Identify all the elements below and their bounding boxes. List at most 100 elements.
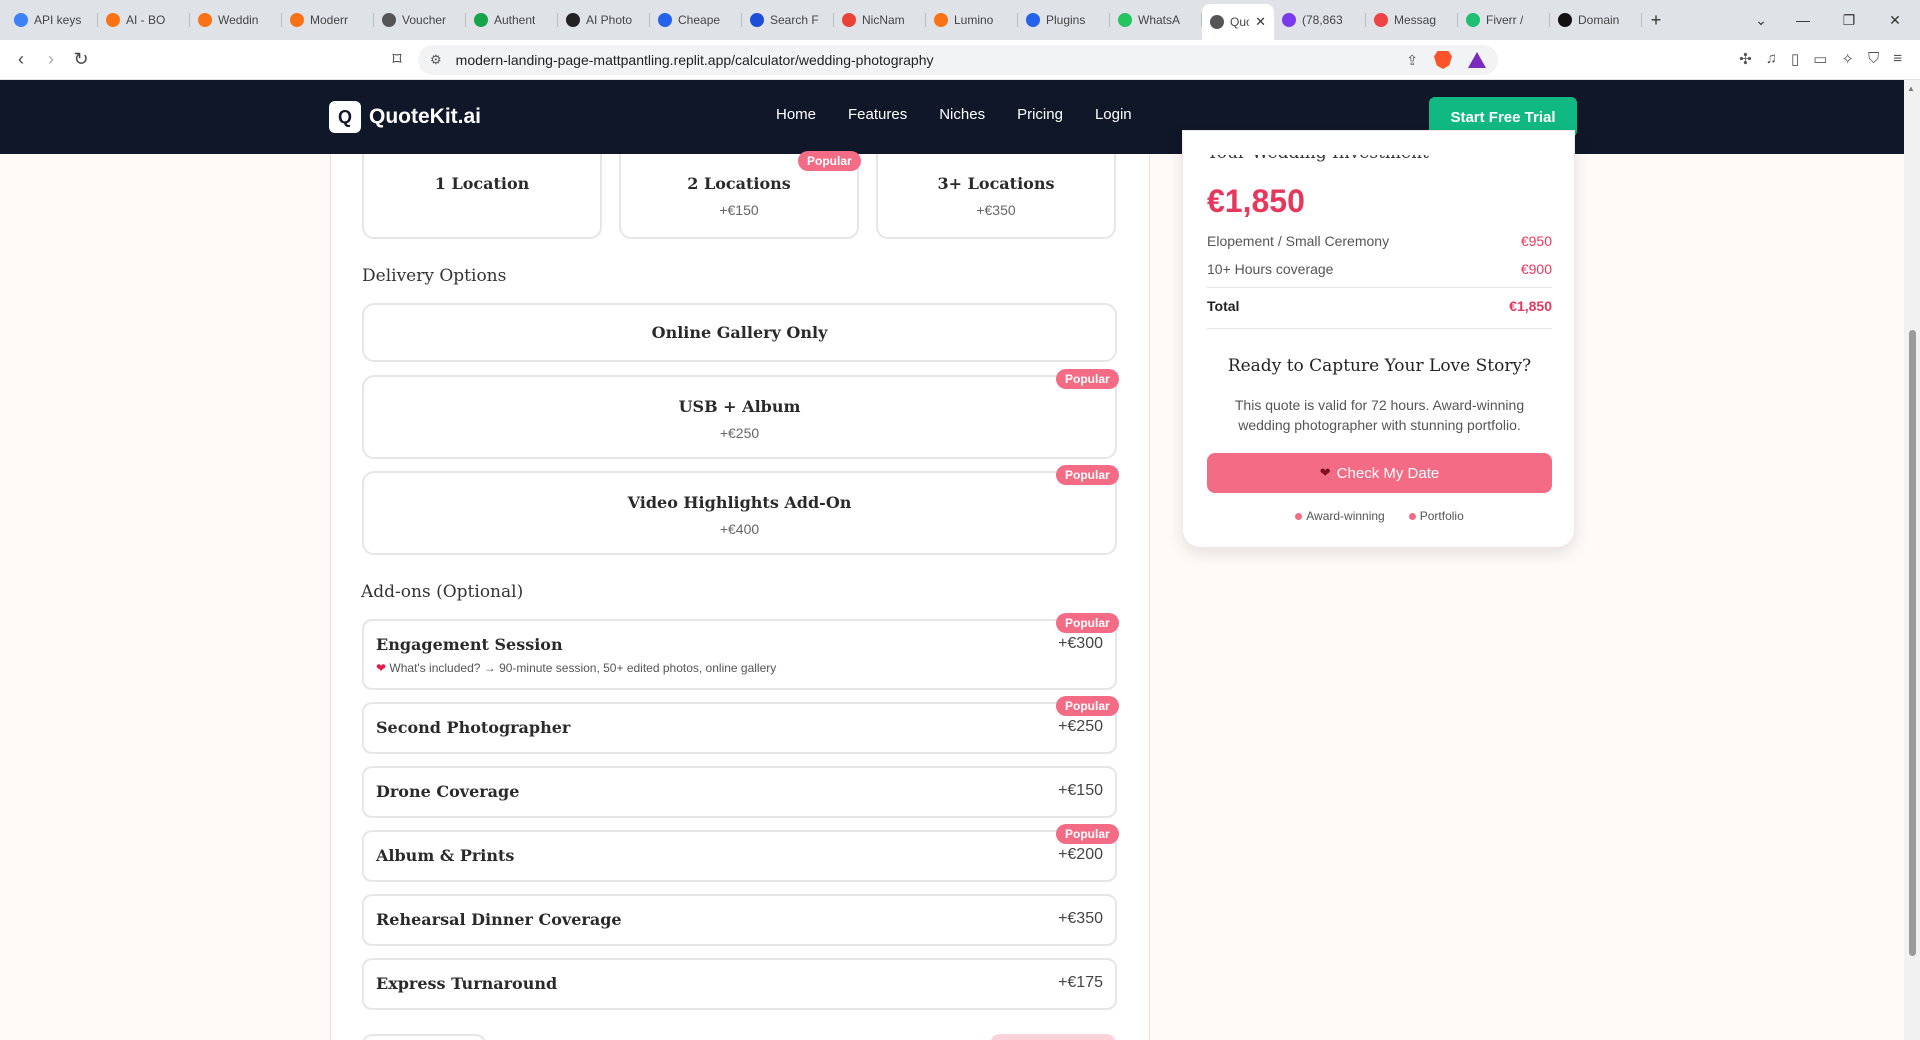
tab-label: API keys <box>34 13 82 27</box>
addon-price: +€350 <box>1058 910 1103 927</box>
tab-favicon-icon <box>658 13 672 27</box>
url-bar[interactable]: ⚙ modern-landing-page-mattpantling.repli… <box>418 45 1498 75</box>
location-option-3[interactable]: 3+ Locations +€350 <box>876 154 1116 239</box>
page-scrollbar[interactable]: ▲ <box>1904 80 1920 1040</box>
close-tab-icon[interactable]: ✕ <box>1255 14 1266 30</box>
nav-pricing[interactable]: Pricing <box>1017 106 1063 123</box>
tab-favicon-icon <box>566 13 580 27</box>
nav-features[interactable]: Features <box>848 106 907 123</box>
tab-favicon-icon <box>1282 13 1296 27</box>
addon-engagement-session[interactable]: Engagement Session +€300 ❤ What's includ… <box>362 619 1117 690</box>
button-label: Check My Date <box>1336 464 1440 482</box>
site-settings-icon[interactable]: ⚙ <box>430 52 442 68</box>
delivery-option-online-gallery[interactable]: Online Gallery Only <box>362 303 1117 362</box>
nav-niches[interactable]: Niches <box>939 106 985 123</box>
browser-tab[interactable]: AI Photo <box>558 4 650 36</box>
scroll-up-icon[interactable]: ▲ <box>1907 84 1915 93</box>
addon-second-photographer[interactable]: Second Photographer +€250 <box>362 702 1117 754</box>
option-price: +€400 <box>719 521 760 537</box>
tab-favicon-icon <box>1026 13 1040 27</box>
browser-tab[interactable]: Lumino <box>926 4 1018 36</box>
tab-favicon-icon <box>1466 13 1480 27</box>
bookmark-icon[interactable]: ⌑ <box>382 49 412 70</box>
browser-tab[interactable]: NicNam <box>834 4 926 36</box>
browser-tab[interactable]: Authent <box>466 4 558 36</box>
media-icon[interactable]: ♫ <box>1766 50 1777 68</box>
close-window-icon[interactable]: ✕ <box>1872 12 1918 29</box>
tab-label: WhatsA <box>1138 13 1181 27</box>
nav-login[interactable]: Login <box>1095 106 1132 123</box>
brave-shields-icon[interactable] <box>1434 51 1452 69</box>
browser-tab[interactable]: WhatsA <box>1110 4 1202 36</box>
popular-badge: Popular <box>1056 824 1119 844</box>
menu-icon[interactable]: ≡ <box>1893 50 1902 68</box>
tab-label: Moderr <box>310 13 349 27</box>
browser-tab[interactable]: Domain <box>1550 4 1642 36</box>
tab-label: Weddin <box>218 13 259 27</box>
logo-mark: Q <box>329 101 361 133</box>
browser-tab[interactable]: AI - BO <box>98 4 190 36</box>
browser-tab[interactable]: Cheape <box>650 4 742 36</box>
leo-ai-icon[interactable]: ✧ <box>1841 50 1854 68</box>
location-option-1[interactable]: 1 Location <box>362 154 602 239</box>
minimize-icon[interactable]: — <box>1780 12 1826 28</box>
browser-tab[interactable]: Search F <box>742 4 834 36</box>
partial-option-right[interactable] <box>990 1034 1116 1040</box>
nav-home[interactable]: Home <box>776 106 816 123</box>
popular-badge: Popular <box>1056 465 1119 485</box>
browser-tab[interactable]: (78,863 <box>1274 4 1366 36</box>
dot-icon <box>1295 513 1303 521</box>
tab-list-icon[interactable]: ⌄ <box>1738 12 1784 29</box>
addon-drone-coverage[interactable]: Drone Coverage +€150 <box>362 766 1117 818</box>
addons-heading: Add-ons (Optional) <box>361 582 524 602</box>
tab-label: Messag <box>1394 13 1437 27</box>
vpn-icon[interactable]: ⛉ <box>1868 50 1879 68</box>
addon-details-text: What's included? → 90-minute session, 50… <box>389 661 777 675</box>
browser-tab[interactable]: Voucher <box>374 4 466 36</box>
popular-badge: Popular <box>1056 369 1119 389</box>
addon-album-prints[interactable]: Album & Prints +€200 <box>362 830 1117 882</box>
tab-favicon-icon <box>1374 13 1388 27</box>
delivery-option-video-highlights[interactable]: Video Highlights Add-On +€400 <box>362 471 1117 555</box>
extensions-icon[interactable]: ✣ <box>1739 50 1752 68</box>
browser-tab[interactable]: Moderr <box>282 4 374 36</box>
active-browser-tab[interactable]: Quo ✕ <box>1202 4 1274 40</box>
addon-express-turnaround[interactable]: Express Turnaround +€175 <box>362 958 1117 1010</box>
addon-rehearsal-dinner[interactable]: Rehearsal Dinner Coverage +€350 <box>362 894 1117 946</box>
url-text[interactable]: modern-landing-page-mattpantling.replit.… <box>456 52 934 68</box>
line-value: €950 <box>1520 233 1552 249</box>
line-label: Elopement / Small Ceremony <box>1207 233 1390 249</box>
addon-name: Drone Coverage <box>376 782 520 801</box>
extensions-row: ✣ ♫ ▯ ▭ ✧ ⛉ ≡ <box>1739 50 1902 68</box>
heart-icon: ❤ <box>376 661 387 675</box>
addon-details: ❤ What's included? → 90-minute session, … <box>376 661 776 675</box>
popular-badge: Popular <box>1056 613 1119 633</box>
sidebar-icon[interactable]: ▯ <box>1791 50 1799 68</box>
restore-icon[interactable]: ❐ <box>1826 12 1872 29</box>
tab-label: AI Photo <box>586 13 633 27</box>
back-icon[interactable]: ‹ <box>6 49 36 70</box>
partial-option-left[interactable] <box>362 1034 486 1040</box>
reload-icon[interactable]: ↻ <box>66 49 96 70</box>
option-title: Online Gallery Only <box>651 323 828 342</box>
divider <box>1207 328 1552 329</box>
browser-tab[interactable]: Plugins <box>1018 4 1110 36</box>
browser-tab[interactable]: Fiverr / <box>1458 4 1550 36</box>
rewards-icon[interactable] <box>1468 52 1486 68</box>
site-logo[interactable]: Q QuoteKit.ai <box>329 101 481 133</box>
main-nav: Home Features Niches Pricing Login <box>776 106 1132 123</box>
browser-tab-bar: API keys AI - BO Weddin Moderr Voucher Authen… <box>0 0 1920 40</box>
share-icon[interactable]: ⇪ <box>1406 52 1418 69</box>
tab-label: Search F <box>770 13 819 27</box>
scrollbar-thumb[interactable] <box>1909 330 1916 956</box>
tab-favicon-icon <box>750 13 764 27</box>
wallet-icon[interactable]: ▭ <box>1813 50 1827 68</box>
browser-tab[interactable]: Weddin <box>190 4 282 36</box>
browser-tab[interactable]: Messag <box>1366 4 1458 36</box>
new-tab-button[interactable]: + <box>1642 10 1670 31</box>
browser-tab[interactable]: API keys <box>6 4 98 36</box>
check-my-date-button[interactable]: ❤ Check My Date <box>1207 453 1552 493</box>
option-price: +€250 <box>719 425 760 441</box>
forward-icon[interactable]: › <box>36 49 66 70</box>
delivery-option-usb-album[interactable]: USB + Album +€250 <box>362 375 1117 459</box>
